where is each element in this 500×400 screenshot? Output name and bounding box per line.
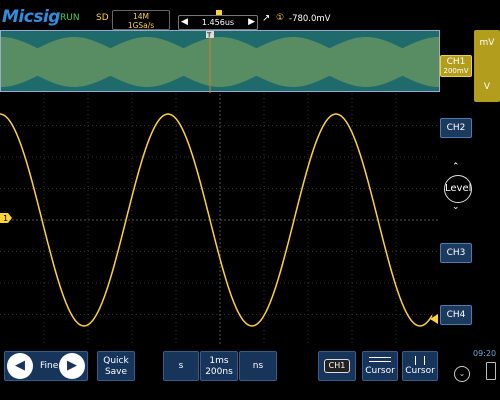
horizontal-offset-value: 1.456us xyxy=(201,18,235,27)
chevron-down-icon[interactable]: ⌄ xyxy=(452,202,460,212)
cursor-label-1: Cursor xyxy=(365,366,395,376)
arrow-right-icon[interactable]: ▶ xyxy=(59,353,85,379)
vertical-cursor-button[interactable]: Cursor xyxy=(402,351,438,381)
horizontal-position-box[interactable]: ◀ 1.456us ▶ xyxy=(178,15,258,30)
trigger-level-value[interactable]: -780.0mV xyxy=(289,14,331,24)
overview-envelope xyxy=(1,37,440,87)
battery-icon xyxy=(486,362,496,380)
waveform-display[interactable]: 1 xyxy=(0,94,440,346)
chevron-down-icon[interactable]: ⌄ xyxy=(454,366,470,382)
unit-v-button[interactable]: V xyxy=(474,82,500,92)
trigger-source: ① xyxy=(276,13,285,23)
ch1-badge-label: CH1 xyxy=(446,57,466,67)
oscilloscope-screen: Micsig RUN SD 14M 1GSa/s ◀ 1.456us ▶ ↗ ①… xyxy=(0,0,500,400)
fine-label[interactable]: Fine xyxy=(40,361,58,371)
ch2-button[interactable]: CH2 xyxy=(440,118,472,138)
clock: 09:20 xyxy=(473,349,497,358)
quick-save-line2: Save xyxy=(104,367,128,377)
quick-save-line1: Quick xyxy=(103,356,129,366)
arrow-left-icon[interactable]: ◀ xyxy=(7,353,33,379)
ch1-marker-label: 1 xyxy=(3,214,8,223)
chevron-up-icon[interactable]: ⌃ xyxy=(452,162,460,172)
unit-mv-button[interactable]: mV xyxy=(474,38,500,48)
brand-logo: Micsig xyxy=(2,7,60,27)
timebase-line2: 200ns xyxy=(205,367,233,377)
fine-adjust-group: ◀ Fine ▶ xyxy=(4,351,88,381)
quick-save-button[interactable]: Quick Save xyxy=(97,351,135,381)
sample-info-box[interactable]: 14M 1GSa/s xyxy=(112,10,170,30)
horizontal-cursor-icon xyxy=(369,357,391,362)
timebase-unit-s-button[interactable]: s xyxy=(163,351,199,381)
arrow-right-icon: ▶ xyxy=(248,17,255,27)
cursor-label-2: Cursor xyxy=(405,366,435,376)
rising-edge-icon[interactable]: ↗ xyxy=(262,13,270,24)
overview-trigger-label: T xyxy=(206,32,212,40)
sample-rate: 1GSa/s xyxy=(127,21,155,30)
trigger-level-knob[interactable]: Level xyxy=(444,175,472,203)
ch1-icon: CH1 xyxy=(324,359,350,373)
waveform-overview[interactable]: T xyxy=(0,30,440,93)
horizontal-cursor-button[interactable]: Cursor xyxy=(362,351,398,381)
vertical-unit-panel[interactable]: mV V xyxy=(474,30,500,102)
waveform-grid: 1 xyxy=(0,94,440,346)
storage-mode-label: SD xyxy=(96,13,109,23)
timebase-unit-ns-button[interactable]: ns xyxy=(239,351,277,381)
timebase-line1: 1ms xyxy=(209,356,229,366)
top-status-bar: Micsig RUN SD 14M 1GSa/s ◀ 1.456us ▶ ↗ ①… xyxy=(0,0,500,30)
vertical-cursor-icon xyxy=(415,356,425,365)
ch4-button[interactable]: CH4 xyxy=(440,305,472,325)
ch1-position-marker: 1 xyxy=(0,213,12,223)
ch1-scale-badge[interactable]: CH1 200mV xyxy=(440,55,472,77)
timebase-button[interactable]: 1ms 200ns xyxy=(200,351,238,381)
overview-waveform: T xyxy=(1,31,440,93)
run-stop-status[interactable]: RUN xyxy=(60,13,80,23)
memory-depth: 14M xyxy=(132,12,149,21)
ch1-badge-scale: 200mV xyxy=(443,67,469,75)
channel-select-button[interactable]: CH1 xyxy=(318,351,356,381)
ch3-button[interactable]: CH3 xyxy=(440,243,472,263)
